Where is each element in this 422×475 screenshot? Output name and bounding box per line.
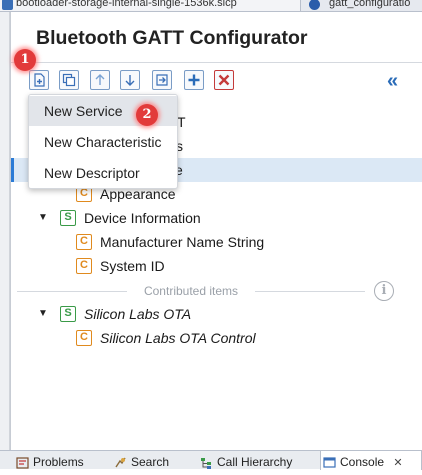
expand-arrow-icon[interactable]: ▼ [38,206,48,230]
tree-item-label: Silicon Labs OTA [84,306,192,322]
contributed-items-label: Contributed items [143,284,239,298]
tree-row-system-id[interactable]: C System ID [11,254,422,278]
service-badge-icon: S [60,210,76,226]
move-up-button[interactable] [90,70,110,90]
tree-item-label: System ID [100,258,165,274]
delete-x-icon [218,74,230,86]
service-badge-icon: S [60,306,76,322]
add-button[interactable] [184,70,204,90]
left-gutter [0,12,10,450]
tab-call-hierarchy[interactable]: Call Hierarchy [198,451,308,470]
info-icon[interactable]: i [374,281,394,301]
tree-row-ota-control[interactable]: C Silicon Labs OTA Control [11,326,422,350]
menu-item-new-characteristic[interactable]: New Characteristic [29,127,177,157]
tab-label: Call Hierarchy [217,455,293,469]
tab-bootloader-slcp[interactable]: bootloader-storage-internal-single-1536k… [0,0,300,11]
expand-arrow-icon[interactable]: ▼ [38,302,48,326]
import-button[interactable] [152,70,172,90]
console-icon [323,457,336,468]
arrow-up-icon [95,74,105,85]
divider [11,62,422,63]
tree-row-device-information[interactable]: ▼ S Device Information [11,206,422,230]
bottom-panel-tabs: Problems Search Call Hierarchy Console ✕ [0,450,422,470]
tab-label: Console [340,455,385,469]
editor-tab-bar: bootloader-storage-internal-single-1536k… [0,0,422,12]
close-icon[interactable]: ✕ [393,457,402,469]
tab-console[interactable]: Console ✕ [320,451,422,470]
add-item-button[interactable] [29,70,49,90]
characteristic-badge-icon: C [76,234,92,250]
move-down-button[interactable] [120,70,140,90]
tab-gatt-configuration[interactable]: gatt_configuratio [300,0,422,11]
tab-label: Problems [33,455,84,469]
tab-label: gatt_configuratio [329,0,411,9]
problems-icon [16,457,29,469]
tree-row-manufacturer-name[interactable]: C Manufacturer Name String [11,230,422,254]
duplicate-button[interactable] [59,70,79,90]
page-title: Bluetooth GATT Configurator [36,27,308,49]
tree-row-label: T [177,114,186,130]
step-marker-1: 1 [14,49,36,71]
menu-item-new-descriptor[interactable]: New Descriptor [29,158,177,188]
tab-label: Search [131,455,170,469]
delete-button[interactable] [214,70,234,90]
tree-item-label: Silicon Labs OTA Control [100,330,256,346]
duplicate-icon [62,73,76,87]
call-hierarchy-icon [201,458,211,469]
characteristic-badge-icon: C [76,258,92,274]
project-icon [2,0,13,10]
collapse-double-chevron-icon[interactable]: « [387,71,398,91]
step-marker-2: 2 [136,104,158,126]
tab-search[interactable]: Search [112,451,192,470]
search-icon [115,457,126,468]
add-file-icon [34,73,45,87]
tab-problems[interactable]: Problems [14,451,106,470]
tree-row-silicon-labs-ota[interactable]: ▼ S Silicon Labs OTA [11,302,422,326]
arrow-down-icon [125,75,135,86]
gatt-icon [309,0,320,10]
import-icon [156,74,168,86]
tree-item-label: Device Information [84,210,201,226]
tree-item-label: Manufacturer Name String [100,234,265,250]
plus-icon [188,74,200,86]
characteristic-badge-icon: C [76,330,92,346]
tab-label: bootloader-storage-internal-single-1536k… [16,0,237,9]
contributed-items-divider: Contributed items [17,283,365,299]
